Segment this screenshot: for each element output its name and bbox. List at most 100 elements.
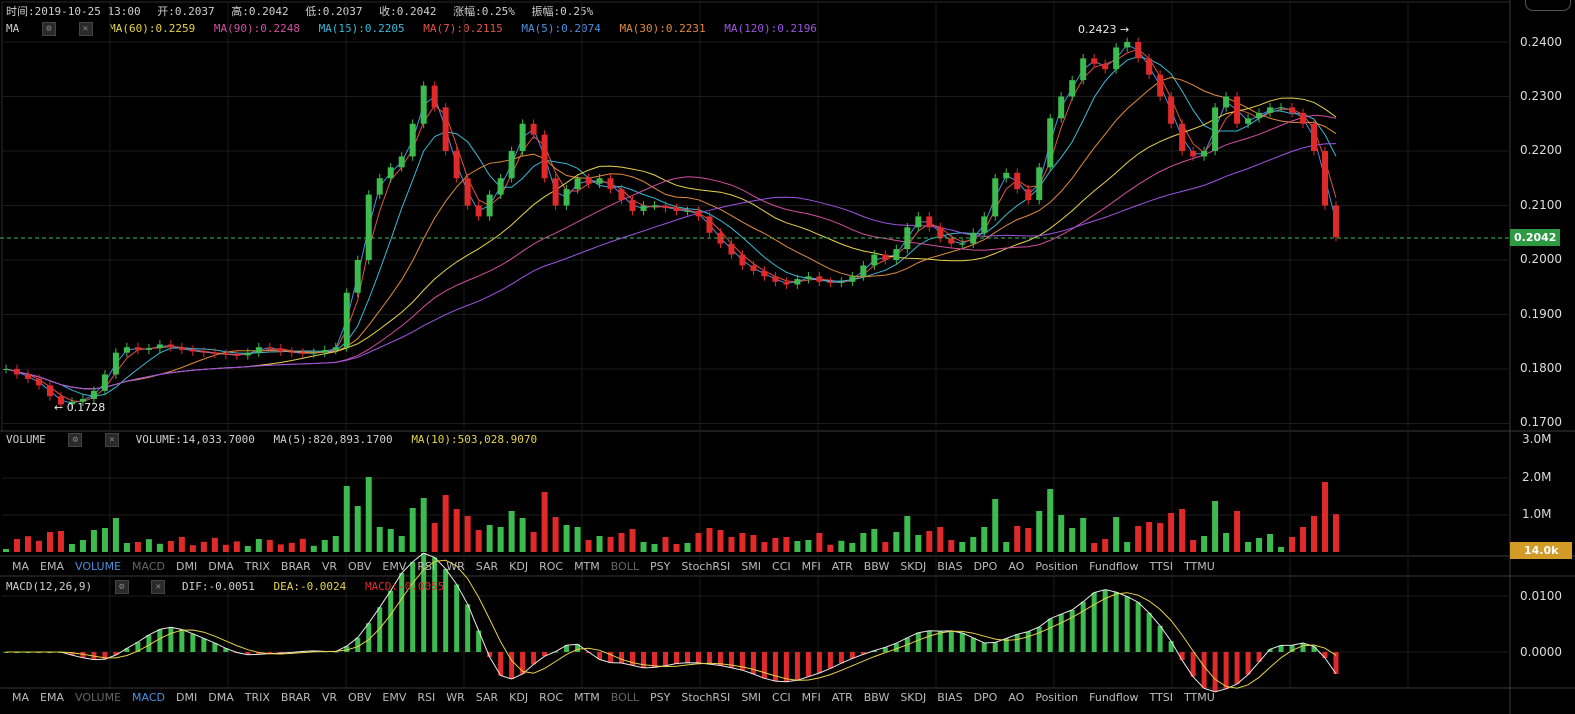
tab-ma[interactable]: MA	[12, 691, 29, 704]
candle-body	[35, 378, 42, 386]
tab-kdj[interactable]: KDJ	[509, 691, 528, 704]
candle-body	[948, 238, 955, 244]
tab-bbw[interactable]: BBW	[864, 560, 890, 573]
tab-mfi[interactable]: MFI	[802, 560, 821, 573]
tab-ttmu[interactable]: TTMU	[1184, 560, 1215, 573]
tab-wr[interactable]: WR	[446, 691, 465, 704]
tab-macd[interactable]: MACD	[132, 691, 165, 704]
tab-ao[interactable]: AO	[1008, 691, 1024, 704]
tab-smi[interactable]: SMI	[741, 560, 761, 573]
tab-position[interactable]: Position	[1035, 560, 1078, 573]
tab-roc[interactable]: ROC	[539, 691, 563, 704]
tab-bbw[interactable]: BBW	[864, 691, 890, 704]
volume-bar	[442, 495, 449, 552]
tab-dma[interactable]: DMA	[208, 691, 234, 704]
tab-ema[interactable]: EMA	[40, 560, 64, 573]
tab-brar[interactable]: BRAR	[281, 691, 311, 704]
tab-smi[interactable]: SMI	[741, 691, 761, 704]
volume-bar	[816, 533, 823, 552]
tab-ttsi[interactable]: TTSI	[1149, 560, 1172, 573]
macd-bar	[959, 632, 965, 652]
tab-mfi[interactable]: MFI	[802, 691, 821, 704]
tab-atr[interactable]: ATR	[832, 691, 853, 704]
volume-bar	[409, 508, 416, 552]
low-annotation: ← 0.1728	[54, 401, 105, 414]
tab-mtm[interactable]: MTM	[574, 691, 600, 704]
close-icon[interactable]: ✕	[105, 433, 119, 447]
tab-dmi[interactable]: DMI	[176, 560, 197, 573]
tab-macd[interactable]: MACD	[132, 560, 165, 573]
volume-value: VOLUME:14,033.7000	[135, 433, 255, 446]
tab-ao[interactable]: AO	[1008, 560, 1024, 573]
tab-dpo[interactable]: DPO	[974, 691, 998, 704]
tab-fundflow[interactable]: Fundflow	[1089, 691, 1138, 704]
indicator-tabs-top: MA EMA VOLUME MACD DMI DMA TRIX BRAR VR OBV EMV RSI…	[12, 560, 1226, 573]
tab-position[interactable]: Position	[1035, 691, 1078, 704]
tab-boll[interactable]: BOLL	[611, 560, 639, 573]
tab-volume[interactable]: VOLUME	[75, 691, 121, 704]
tab-dmi[interactable]: DMI	[176, 691, 197, 704]
volume-bar	[1069, 528, 1076, 552]
volume-bar	[354, 506, 361, 552]
macd-bar	[783, 652, 789, 682]
settings-icon[interactable]: ⚙	[68, 433, 83, 447]
tab-rsi[interactable]: RSI	[417, 560, 435, 573]
settings-icon[interactable]: ⚙	[114, 580, 129, 594]
volume-bar	[915, 535, 922, 552]
tab-stochrsi[interactable]: StochRSI	[681, 691, 730, 704]
tab-mtm[interactable]: MTM	[574, 560, 600, 573]
tab-ttsi[interactable]: TTSI	[1149, 691, 1172, 704]
tab-obv[interactable]: OBV	[348, 691, 371, 704]
tab-ma[interactable]: MA	[12, 560, 29, 573]
panel-toggle[interactable]	[1525, 0, 1571, 11]
tab-trix[interactable]: TRIX	[245, 691, 270, 704]
tab-emv[interactable]: EMV	[382, 560, 406, 573]
tab-bias[interactable]: BIAS	[937, 560, 962, 573]
tab-cci[interactable]: CCI	[772, 560, 791, 573]
tab-ema[interactable]: EMA	[40, 691, 64, 704]
tab-dma[interactable]: DMA	[208, 560, 234, 573]
tab-cci[interactable]: CCI	[772, 691, 791, 704]
tab-stochrsi[interactable]: StochRSI	[681, 560, 730, 573]
volume-bar	[1091, 543, 1098, 552]
tab-brar[interactable]: BRAR	[281, 560, 311, 573]
tab-dpo[interactable]: DPO	[974, 560, 998, 573]
tab-kdj[interactable]: KDJ	[509, 560, 528, 573]
volume-bar	[728, 537, 735, 552]
tab-emv[interactable]: EMV	[382, 691, 406, 704]
volume-bar	[1234, 511, 1241, 552]
tab-obv[interactable]: OBV	[348, 560, 371, 573]
volume-bar	[365, 477, 372, 552]
volume-bar	[937, 527, 944, 552]
candle-body	[376, 178, 383, 195]
tab-atr[interactable]: ATR	[832, 560, 853, 573]
tab-ttmu[interactable]: TTMU	[1184, 691, 1215, 704]
candle-body	[1168, 96, 1175, 124]
volume-bar	[948, 540, 955, 552]
kline-chart[interactable]: 0.2423 → ← 0.1728	[0, 0, 1575, 714]
tab-volume[interactable]: VOLUME	[75, 560, 121, 573]
indicator-tabs-bottom: MA EMA VOLUME MACD DMI DMA TRIX BRAR VR OBV EMV RSI…	[12, 691, 1226, 704]
tab-sar[interactable]: SAR	[476, 691, 498, 704]
candle-body	[530, 123, 537, 135]
volume-bar	[156, 543, 163, 552]
tab-trix[interactable]: TRIX	[245, 560, 270, 573]
macd-bar	[190, 633, 196, 652]
close-icon[interactable]: ✕	[151, 580, 166, 594]
tab-psy[interactable]: PSY	[650, 691, 670, 704]
candle-body	[1003, 172, 1010, 179]
tab-sar[interactable]: SAR	[476, 560, 498, 573]
tab-boll[interactable]: BOLL	[611, 691, 639, 704]
tab-psy[interactable]: PSY	[650, 560, 670, 573]
tab-wr[interactable]: WR	[446, 560, 465, 573]
tab-vr[interactable]: VR	[322, 560, 337, 573]
tab-fundflow[interactable]: Fundflow	[1089, 560, 1138, 573]
tab-bias[interactable]: BIAS	[937, 691, 962, 704]
tab-roc[interactable]: ROC	[539, 560, 563, 573]
tab-vr[interactable]: VR	[322, 691, 337, 704]
volume-bar	[1322, 482, 1329, 552]
candle-body	[1333, 205, 1339, 238]
tab-skdj[interactable]: SKDJ	[900, 560, 926, 573]
tab-skdj[interactable]: SKDJ	[900, 691, 926, 704]
tab-rsi[interactable]: RSI	[417, 691, 435, 704]
